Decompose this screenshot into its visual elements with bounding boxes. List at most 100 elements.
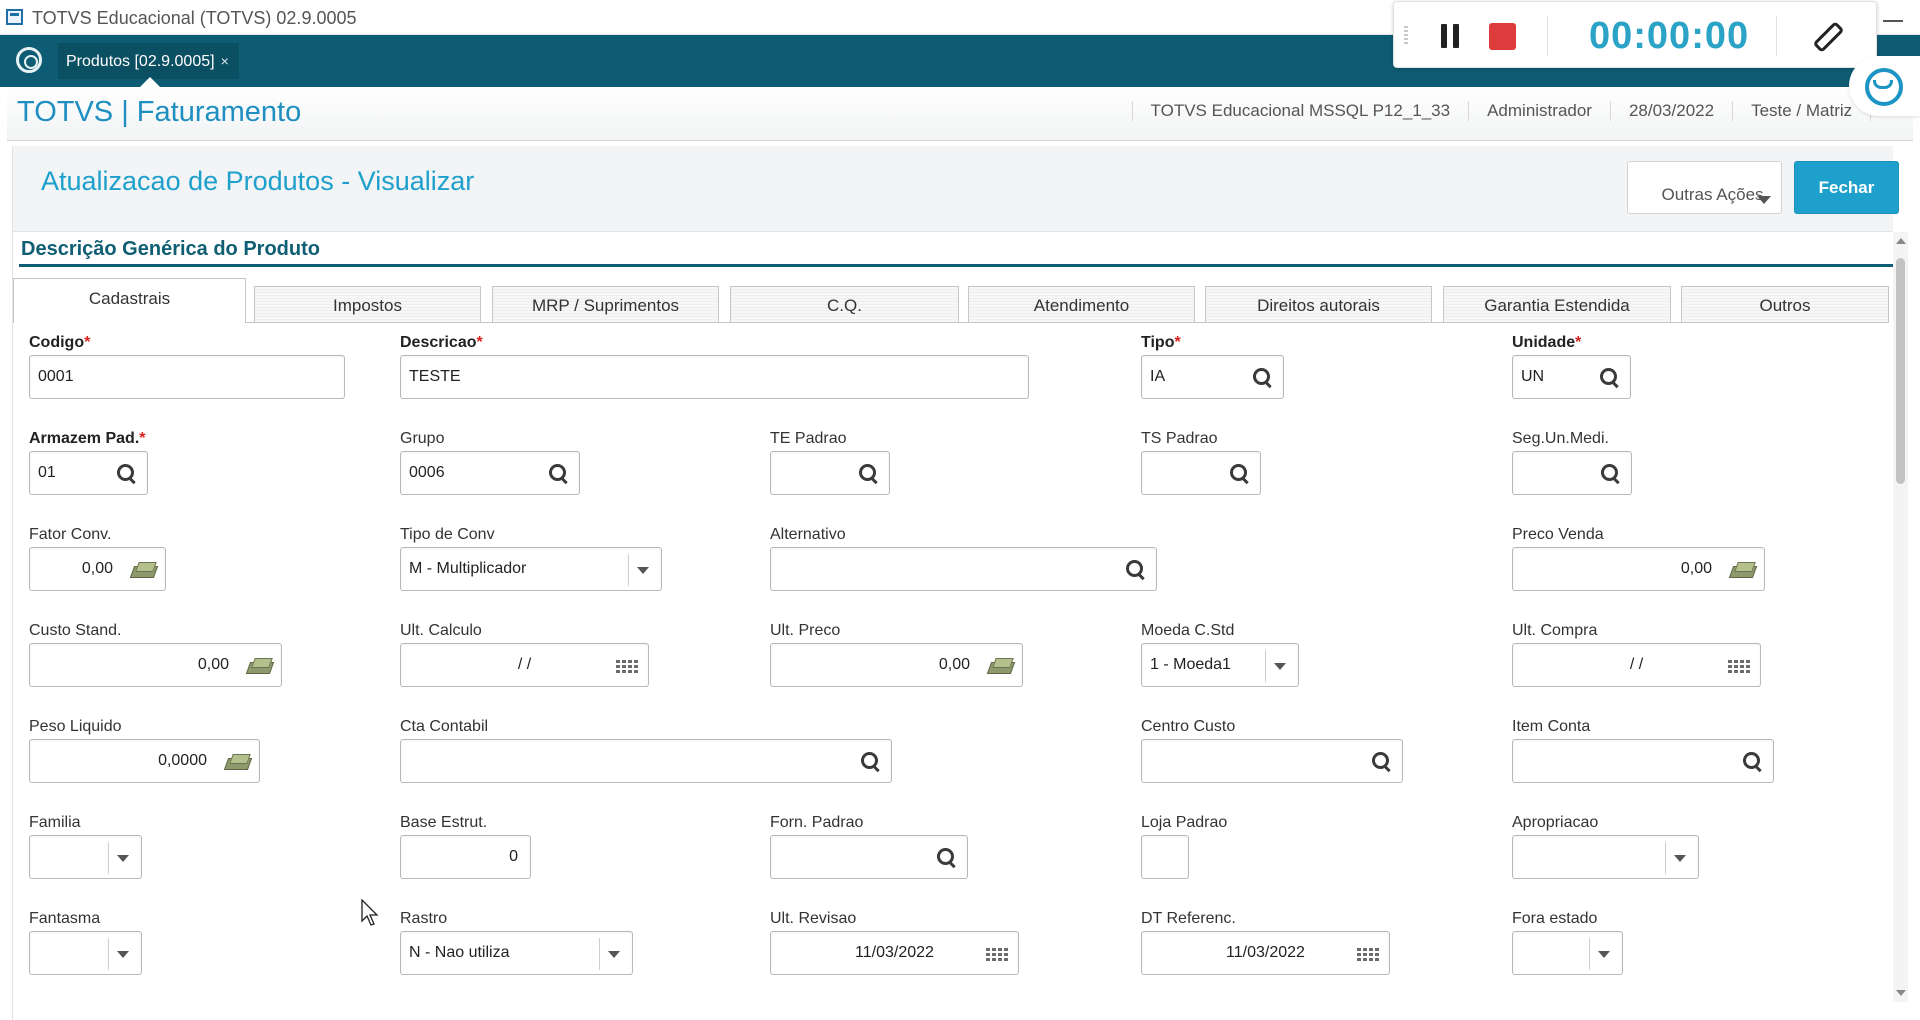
search-icon[interactable] [1741, 751, 1765, 773]
chevron-down-icon[interactable] [608, 951, 620, 958]
money-icon[interactable] [131, 559, 157, 581]
search-icon[interactable] [1251, 367, 1275, 389]
loja-padrao-field[interactable] [1141, 835, 1189, 879]
outras-acoes-button[interactable]: Outras Ações [1627, 161, 1782, 214]
item-conta-field[interactable] [1512, 739, 1774, 783]
search-icon[interactable] [859, 751, 883, 773]
rastro-select[interactable]: N - Nao utiliza [400, 931, 633, 975]
custo-stand-field[interactable]: 0,00 [29, 643, 282, 687]
chevron-down-icon[interactable] [637, 567, 649, 574]
alternativo-field[interactable] [770, 547, 1157, 591]
tipo-label: Tipo* [1141, 334, 1181, 351]
descricao-field[interactable]: TESTE [400, 355, 1029, 399]
grupo-field[interactable]: 0006 [400, 451, 580, 495]
chevron-down-icon[interactable] [1274, 663, 1286, 670]
fora-estado-select[interactable] [1512, 931, 1623, 975]
tab-produtos[interactable]: Produtos [02.9.0005] × [58, 43, 239, 79]
fator-conv-label: Fator Conv. [29, 526, 112, 543]
moeda-select[interactable]: 1 - Moeda1 [1141, 643, 1299, 687]
stop-icon[interactable] [1489, 23, 1516, 50]
brush-icon[interactable] [1809, 22, 1839, 52]
fantasma-select[interactable] [29, 931, 142, 975]
tab-direitos-autorais[interactable]: Direitos autorais [1205, 286, 1432, 322]
chevron-down-icon[interactable] [117, 951, 129, 958]
search-icon[interactable] [935, 847, 959, 869]
page-header: Atualizacao de Produtos - Visualizar Out… [13, 146, 1899, 232]
search-icon[interactable] [547, 463, 571, 485]
tab-impostos[interactable]: Impostos [254, 286, 481, 322]
calendar-icon[interactable] [616, 655, 640, 677]
tab-cadastrais[interactable]: Cadastrais [13, 278, 246, 323]
select-divider [1265, 650, 1266, 682]
te-padrao-field[interactable] [770, 451, 890, 495]
dt-referenc-field[interactable]: 11/03/2022 [1141, 931, 1390, 975]
seg-un-field[interactable] [1512, 451, 1632, 495]
preco-venda-field[interactable]: 0,00 [1512, 547, 1765, 591]
preco-venda-label: Preco Venda [1512, 526, 1604, 543]
money-icon[interactable] [225, 751, 251, 773]
preco-venda-value: 0,00 [1680, 560, 1712, 577]
tab-mrp-suprimentos[interactable]: MRP / Suprimentos [492, 286, 719, 322]
search-icon[interactable] [1370, 751, 1394, 773]
close-tab-icon[interactable]: × [221, 53, 229, 69]
money-icon[interactable] [988, 655, 1014, 677]
tab-cq[interactable]: C.Q. [730, 286, 959, 322]
search-icon[interactable] [1598, 367, 1622, 389]
ult-revisao-field[interactable]: 11/03/2022 [770, 931, 1019, 975]
money-icon[interactable] [247, 655, 273, 677]
tipo-field[interactable]: IA [1141, 355, 1284, 399]
armazem-field[interactable]: 01 [29, 451, 148, 495]
branch-label[interactable]: Teste / Matriz [1732, 101, 1870, 121]
fator-conv-field[interactable]: 0,00 [29, 547, 166, 591]
fechar-button[interactable]: Fechar [1794, 161, 1899, 214]
money-icon[interactable] [1730, 559, 1756, 581]
ts-padrao-field[interactable] [1141, 451, 1261, 495]
peso-field[interactable]: 0,0000 [29, 739, 260, 783]
cta-contabil-field[interactable] [400, 739, 892, 783]
date-label[interactable]: 28/03/2022 [1609, 101, 1732, 121]
environment-label[interactable]: TOTVS Educacional MSSQL P12_1_33 [1131, 101, 1469, 121]
ult-compra-label: Ult. Compra [1512, 622, 1598, 639]
chevron-down-icon[interactable] [1598, 951, 1610, 958]
pause-icon[interactable] [1440, 24, 1460, 48]
tipo-conv-select[interactable]: M - Multiplicador [400, 547, 662, 591]
forn-padrao-field[interactable] [770, 835, 968, 879]
search-icon[interactable] [1124, 559, 1148, 581]
chat-icon[interactable] [1849, 56, 1920, 116]
scrollbar-thumb[interactable] [1896, 258, 1905, 484]
descricao-value: TESTE [409, 368, 461, 385]
calendar-icon[interactable] [986, 943, 1010, 965]
tab-garantia-estendida[interactable]: Garantia Estendida [1443, 286, 1671, 322]
chevron-down-icon[interactable] [117, 855, 129, 862]
search-icon[interactable] [115, 463, 139, 485]
scroll-up-icon[interactable] [1896, 238, 1906, 244]
search-icon[interactable] [1228, 463, 1252, 485]
tab-outros[interactable]: Outros [1681, 286, 1889, 322]
vertical-scrollbar[interactable] [1893, 232, 1908, 1002]
peso-value: 0,0000 [158, 752, 207, 769]
drag-handle-icon[interactable] [1404, 26, 1408, 44]
ult-preco-label: Ult. Preco [770, 622, 841, 639]
scroll-down-icon[interactable] [1896, 990, 1906, 996]
calendar-icon[interactable] [1357, 943, 1381, 965]
ult-preco-value: 0,00 [938, 656, 970, 673]
base-estrut-field[interactable]: 0 [400, 835, 531, 879]
home-icon[interactable] [16, 47, 42, 73]
ult-compra-field[interactable]: / / [1512, 643, 1761, 687]
unidade-field[interactable]: UN [1512, 355, 1631, 399]
search-icon[interactable] [857, 463, 881, 485]
select-divider [108, 938, 109, 970]
codigo-field[interactable]: 0001 [29, 355, 345, 399]
calendar-icon[interactable] [1728, 655, 1752, 677]
centro-custo-field[interactable] [1141, 739, 1403, 783]
minimize-icon[interactable] [1882, 8, 1904, 30]
search-icon[interactable] [1599, 463, 1623, 485]
tipo-conv-value: M - Multiplicador [409, 560, 527, 577]
chevron-down-icon[interactable] [1674, 855, 1686, 862]
ult-preco-field[interactable]: 0,00 [770, 643, 1023, 687]
apropriacao-select[interactable] [1512, 835, 1699, 879]
tab-atendimento[interactable]: Atendimento [968, 286, 1195, 322]
user-label[interactable]: Administrador [1468, 101, 1610, 121]
ult-calculo-field[interactable]: / / [400, 643, 649, 687]
familia-select[interactable] [29, 835, 142, 879]
